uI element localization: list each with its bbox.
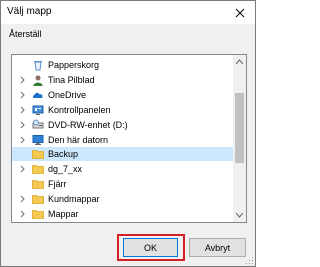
tree-item-label: Mappar (48, 209, 79, 219)
instruction-text: Återställ (9, 29, 42, 39)
scroll-up-arrow-icon (236, 59, 243, 64)
close-icon (235, 8, 245, 17)
tree-item-label: dg_7_xx (48, 164, 83, 175)
scroll-down-button[interactable] (233, 209, 246, 222)
tree-item[interactable]: dg_7_xx (12, 162, 233, 176)
cloud-icon (32, 89, 44, 101)
dvd-drive-icon (32, 119, 44, 131)
tree-item[interactable]: Mappar (12, 207, 233, 221)
window-title: Välj mapp (7, 6, 52, 17)
chevron-right-icon[interactable] (18, 73, 26, 87)
tree-item-label: Den här datorn (48, 134, 109, 145)
user-icon (32, 74, 44, 86)
scroll-down-arrow-icon (236, 213, 243, 218)
folder-icon (32, 178, 44, 190)
computer-icon (32, 134, 44, 146)
tree-item-label: Backup (48, 149, 79, 160)
tree-item[interactable]: Kundmappar (12, 192, 233, 206)
chevron-right-icon[interactable] (18, 118, 26, 132)
chevron-right-icon[interactable] (18, 192, 26, 206)
chevron-right-icon[interactable] (18, 103, 26, 117)
tree-item[interactable]: DVD-RW-enhet (D:) (12, 118, 233, 132)
tree-item-label: Kontrollpanelen (48, 104, 111, 115)
chevron-right-icon[interactable] (18, 162, 26, 176)
tree-item[interactable]: Den här datorn (12, 133, 233, 147)
ok-button[interactable]: OK (123, 238, 178, 257)
folder-icon (32, 193, 44, 205)
vertical-scrollbar[interactable] (233, 55, 246, 222)
chevron-right-icon[interactable] (18, 207, 26, 221)
scroll-up-button[interactable] (233, 55, 246, 68)
folder-tree[interactable]: Papperskorg Tina Pilblad OneDrive Kontrollp… (11, 54, 247, 223)
resize-grip-icon[interactable] (246, 257, 254, 265)
tree-item[interactable]: Fjärr (12, 177, 233, 191)
tree-item[interactable]: Papperskorg (12, 58, 233, 72)
close-button[interactable] (225, 1, 255, 24)
tree-item[interactable]: Kontrollpanelen (12, 103, 233, 117)
folder-icon (32, 163, 44, 175)
tree-item-label: Kundmappar (48, 194, 100, 205)
recycle-bin-icon (32, 59, 44, 71)
choose-folder-dialog: Välj mapp Återställ Papperskorg Tina Pilb… (0, 0, 256, 267)
scroll-thumb[interactable] (235, 93, 244, 163)
control-panel-icon (32, 104, 44, 116)
tree-item[interactable]: Tina Pilblad (12, 73, 233, 87)
tree-item-label: Fjärr (48, 179, 67, 190)
tree-item-label: DVD-RW-enhet (D:) (48, 119, 128, 130)
cancel-button[interactable]: Avbryt (189, 238, 246, 257)
tree-item-label: OneDrive (48, 89, 87, 100)
tree-item[interactable]: Backup (12, 147, 233, 162)
chevron-right-icon[interactable] (18, 133, 26, 147)
chevron-right-icon[interactable] (18, 88, 26, 102)
folder-icon (32, 148, 44, 160)
folder-icon (32, 208, 44, 220)
title-bar[interactable]: Välj mapp (1, 1, 255, 24)
tree-item-label: Papperskorg (48, 60, 100, 70)
tree-item[interactable]: OneDrive (12, 88, 233, 102)
tree-item-label: Tina Pilblad (48, 74, 95, 85)
